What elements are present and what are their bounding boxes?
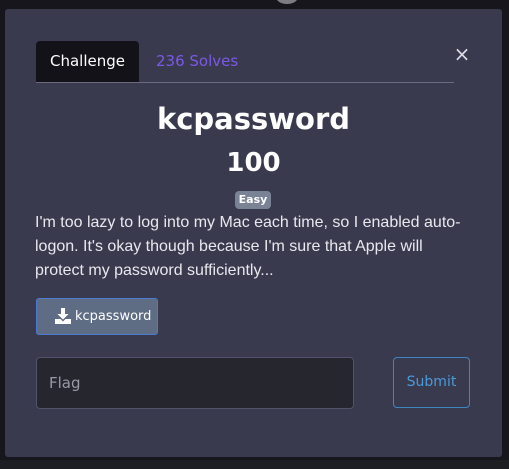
challenge-modal: × Challenge 236 Solves kcpassword 100 Ea… bbox=[5, 9, 502, 457]
challenge-description: I'm too lazy to log into my Mac each tim… bbox=[35, 214, 461, 279]
submit-button[interactable]: Submit bbox=[393, 357, 470, 408]
tab-bar: Challenge 236 Solves bbox=[36, 41, 454, 83]
close-icon: × bbox=[453, 42, 471, 66]
tab-solves[interactable]: 236 Solves bbox=[156, 41, 238, 82]
difficulty-badge: Easy bbox=[235, 191, 271, 209]
tab-challenge[interactable]: Challenge bbox=[36, 41, 139, 82]
page-bottom-strip bbox=[0, 460, 509, 469]
flag-input[interactable] bbox=[36, 357, 354, 409]
challenge-title: kcpassword bbox=[156, 102, 351, 136]
background-decoration bbox=[276, 0, 298, 4]
challenge-points: 100 bbox=[226, 148, 281, 178]
close-button[interactable]: × bbox=[453, 44, 471, 64]
download-label: kcpassword bbox=[75, 309, 152, 324]
download-icon bbox=[55, 308, 71, 324]
download-file-button[interactable]: kcpassword bbox=[36, 298, 158, 335]
